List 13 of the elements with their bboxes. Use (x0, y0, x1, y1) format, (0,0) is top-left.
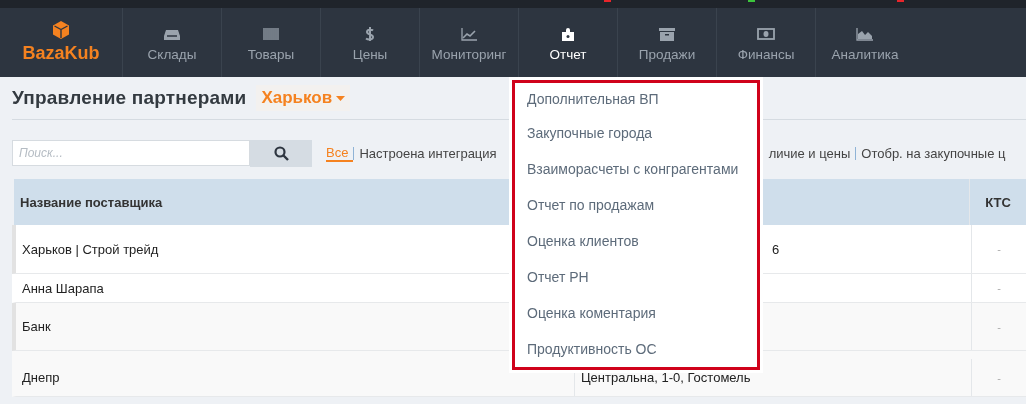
table-cell: Центральна, 1-0, Гостомель (581, 370, 751, 385)
page-title: Управление партнерами (12, 87, 247, 109)
table-cell: - (997, 371, 1001, 384)
table-cell: Анна Шарапа (22, 280, 104, 296)
table-cell: Харьков | Строй трейд (22, 241, 159, 257)
table-cell: - (997, 320, 1001, 333)
table-cell: - (997, 243, 1001, 255)
column-header: КТС (985, 194, 1011, 210)
table-cell: Банк (22, 319, 51, 334)
table-cell: - (997, 282, 1001, 294)
column-header: Название поставщика (20, 194, 163, 210)
table-cell: 6 (772, 241, 780, 257)
table-cell: Днепр (22, 370, 60, 385)
